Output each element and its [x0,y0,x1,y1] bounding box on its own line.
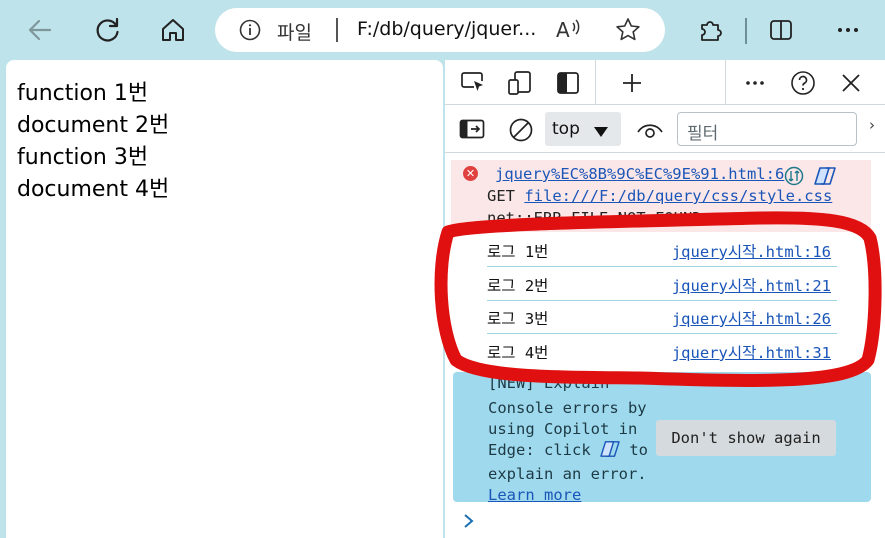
home-icon [162,19,184,41]
puzzle-icon [701,21,722,41]
home-button[interactable] [155,12,191,48]
web-page-content: function 1번 document 2번 function 3번 docu… [6,60,443,538]
tab-divider-2 [725,60,726,105]
clear-console-icon[interactable] [507,116,535,144]
page-line-4: document 4번 [17,177,170,202]
close-devtools-icon[interactable] [837,70,865,96]
more-tools-icon[interactable] [741,70,769,96]
devtools-tabbar [445,60,885,105]
console-error-message: ✕ jquery%EC%8B%9C%EC%9E%91.html:6 GET fi… [451,160,871,232]
chevron-down-icon [593,123,609,142]
page-line-3: function 3번 [17,145,149,170]
get-prefix: GET [487,187,525,205]
page-line-1: function 1번 [17,81,149,106]
split-screen-button[interactable] [763,12,799,48]
settings-more-button[interactable] [830,12,866,48]
refresh-button[interactable] [90,12,126,48]
address-bar[interactable]: 파일 F:/db/query/jquer... A [215,8,665,52]
console-toolbar: top 필터 › [445,106,885,153]
error-icon: ✕ [463,166,478,181]
extensions-button[interactable] [692,12,728,48]
inspect-element-icon[interactable] [459,70,487,96]
missing-file-link[interactable]: file:///F:/db/query/css/style.css [524,187,832,205]
toggle-sidebar-icon[interactable] [458,117,486,141]
tip-body: Console errors by using Copilot in Edge:… [488,398,658,502]
tip-line-1: Console errors by [488,399,647,417]
site-label: 파일 [277,22,312,44]
error-get-line: GET file:///F:/db/query/css/style.css [487,187,832,205]
console-prompt-icon[interactable] [462,512,476,534]
console-log-row: 로그 4번 jquery시작.html:31 [487,335,837,368]
context-value: top [552,119,580,139]
tip-line-3b: to [629,441,649,459]
page-line-2: document 2번 [17,113,170,138]
address-divider [336,18,338,42]
read-aloud-icon[interactable]: A [555,17,585,47]
devtools-panel: top 필터 › ✕ jquery%EC%8B%9C%EC%9E%91.html… [445,60,885,538]
console-log-row: 로그 1번 jquery시작.html:16 [487,234,837,267]
console-log-row: 로그 2번 jquery시작.html:21 [487,268,837,301]
help-icon[interactable] [789,69,817,97]
filter-input[interactable]: 필터 [677,112,857,146]
log-source-link[interactable]: jquery시작.html:26 [672,307,831,329]
refresh-icon [96,17,119,42]
log-message: 로그 4번 [487,344,549,362]
sidebar-toggle-icon[interactable] [554,70,582,96]
log-source-link[interactable]: jquery시작.html:16 [672,240,831,262]
filter-placeholder: 필터 [687,124,719,144]
browser-toolbar: 파일 F:/db/query/jquer... A [0,0,885,60]
tip-header: [NEW] Explain [488,374,610,392]
svg-text:A: A [556,18,570,42]
back-arrow-icon [28,19,52,41]
add-tab-icon[interactable] [618,70,646,96]
live-expression-eye-icon[interactable] [635,117,665,143]
tip-line-3a: Edge: click [488,441,591,459]
log-message: 로그 1번 [487,243,549,261]
tip-line-3: Edge: click to [488,440,658,464]
tip-line-2: using Copilot in [488,420,638,438]
log-source-link[interactable]: jquery시작.html:21 [672,274,831,296]
url-text[interactable]: F:/db/query/jquer... [357,18,536,40]
log-source-link[interactable]: jquery시작.html:31 [672,341,831,363]
more-horizontal-icon [838,28,858,32]
log-message: 로그 3번 [487,310,549,328]
context-select[interactable]: top [545,112,621,146]
copilot-icon [600,440,620,464]
toolbar-divider [745,18,747,44]
tab-divider [595,60,596,105]
dont-show-again-button[interactable]: Don't show again [656,420,836,456]
learn-more-link[interactable]: Learn more [488,485,658,502]
console-log-row: 로그 3번 jquery시작.html:26 [487,301,837,334]
device-emulation-icon[interactable] [506,70,534,96]
back-button[interactable] [22,12,58,48]
tip-line-4: explain an error. [488,465,647,483]
error-source-link[interactable]: jquery%EC%8B%9C%EC%9E%91.html:6 [495,165,784,183]
favorite-star-icon[interactable] [615,17,641,47]
info-icon[interactable] [239,19,261,45]
split-screen-icon [770,20,792,40]
toolbar-overflow-icon[interactable]: › [869,116,875,134]
copilot-tip-banner: [NEW] Explain Console errors by using Co… [453,372,871,502]
log-message: 로그 2번 [487,277,549,295]
error-code: net::ERR_FILE_NOT_FOUND [487,209,702,227]
